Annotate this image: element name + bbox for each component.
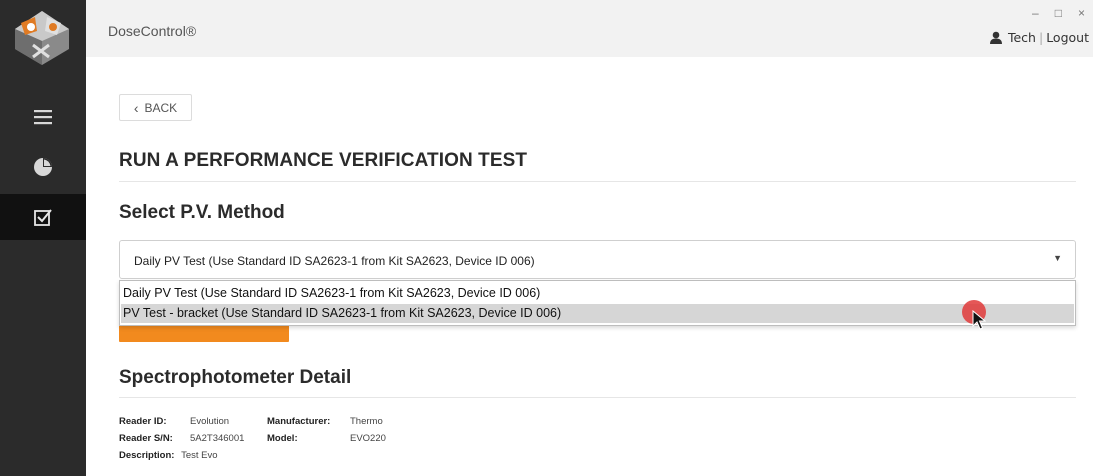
sidebar	[0, 0, 86, 476]
header-separator: |	[1038, 30, 1044, 45]
mouse-cursor-icon	[972, 310, 986, 330]
pv-method-dropdown: Daily PV Test (Use Standard ID SA2623-1 …	[119, 280, 1076, 326]
pv-method-select[interactable]: Daily PV Test (Use Standard ID SA2623-1 …	[119, 240, 1076, 279]
reader-id-value: Evolution	[190, 416, 230, 427]
page-title: RUN A PERFORMANCE VERIFICATION TEST	[119, 150, 528, 171]
maximize-button[interactable]: □	[1055, 6, 1062, 20]
close-button[interactable]: ×	[1078, 6, 1085, 20]
nav-dashboard-button[interactable]	[0, 145, 86, 189]
nav-menu-button[interactable]	[0, 95, 86, 139]
pie-chart-icon	[34, 158, 52, 176]
divider	[119, 181, 1076, 182]
reader-sn-value: 5A2T346001	[190, 433, 245, 444]
reader-sn-label: Reader S/N:	[119, 433, 173, 444]
menu-icon	[34, 110, 52, 125]
description-value: Test Evo	[181, 450, 218, 461]
manufacturer-value: Thermo	[350, 416, 383, 427]
model-value: EVO220	[350, 433, 386, 444]
app-title: DoseControl®	[108, 23, 197, 39]
reader-id-label: Reader ID:	[119, 416, 167, 427]
top-header: DoseControl® – □ × Tech | Logout	[86, 0, 1093, 57]
dropdown-option-highlighted[interactable]: PV Test - bracket (Use Standard ID SA262…	[121, 304, 1074, 323]
spectrophotometer-title: Spectrophotometer Detail	[119, 367, 352, 388]
logout-link[interactable]: Logout	[1046, 30, 1089, 45]
back-button[interactable]: ‹ BACK	[119, 94, 192, 121]
divider	[119, 397, 1076, 398]
back-label: BACK	[144, 100, 178, 115]
chevron-left-icon: ‹	[133, 99, 139, 116]
select-value: Daily PV Test (Use Standard ID SA2623-1 …	[134, 254, 535, 268]
checkbox-icon	[34, 209, 52, 226]
dropdown-option[interactable]: Daily PV Test (Use Standard ID SA2623-1 …	[121, 284, 1074, 303]
main-content: ‹ BACK RUN A PERFORMANCE VERIFICATION TE…	[86, 57, 1093, 476]
app-logo	[13, 9, 71, 67]
caret-down-icon: ▼	[1053, 253, 1062, 263]
minimize-button[interactable]: –	[1032, 6, 1039, 20]
model-label: Model:	[267, 433, 298, 444]
user-icon	[989, 31, 1002, 44]
user-name-link[interactable]: Tech	[1008, 30, 1036, 45]
nav-verification-button[interactable]	[0, 194, 86, 240]
user-area: Tech | Logout	[989, 30, 1089, 45]
description-label: Description:	[119, 450, 175, 461]
select-method-title: Select P.V. Method	[119, 202, 285, 223]
manufacturer-label: Manufacturer:	[267, 416, 331, 427]
window-controls: – □ ×	[1032, 6, 1085, 20]
